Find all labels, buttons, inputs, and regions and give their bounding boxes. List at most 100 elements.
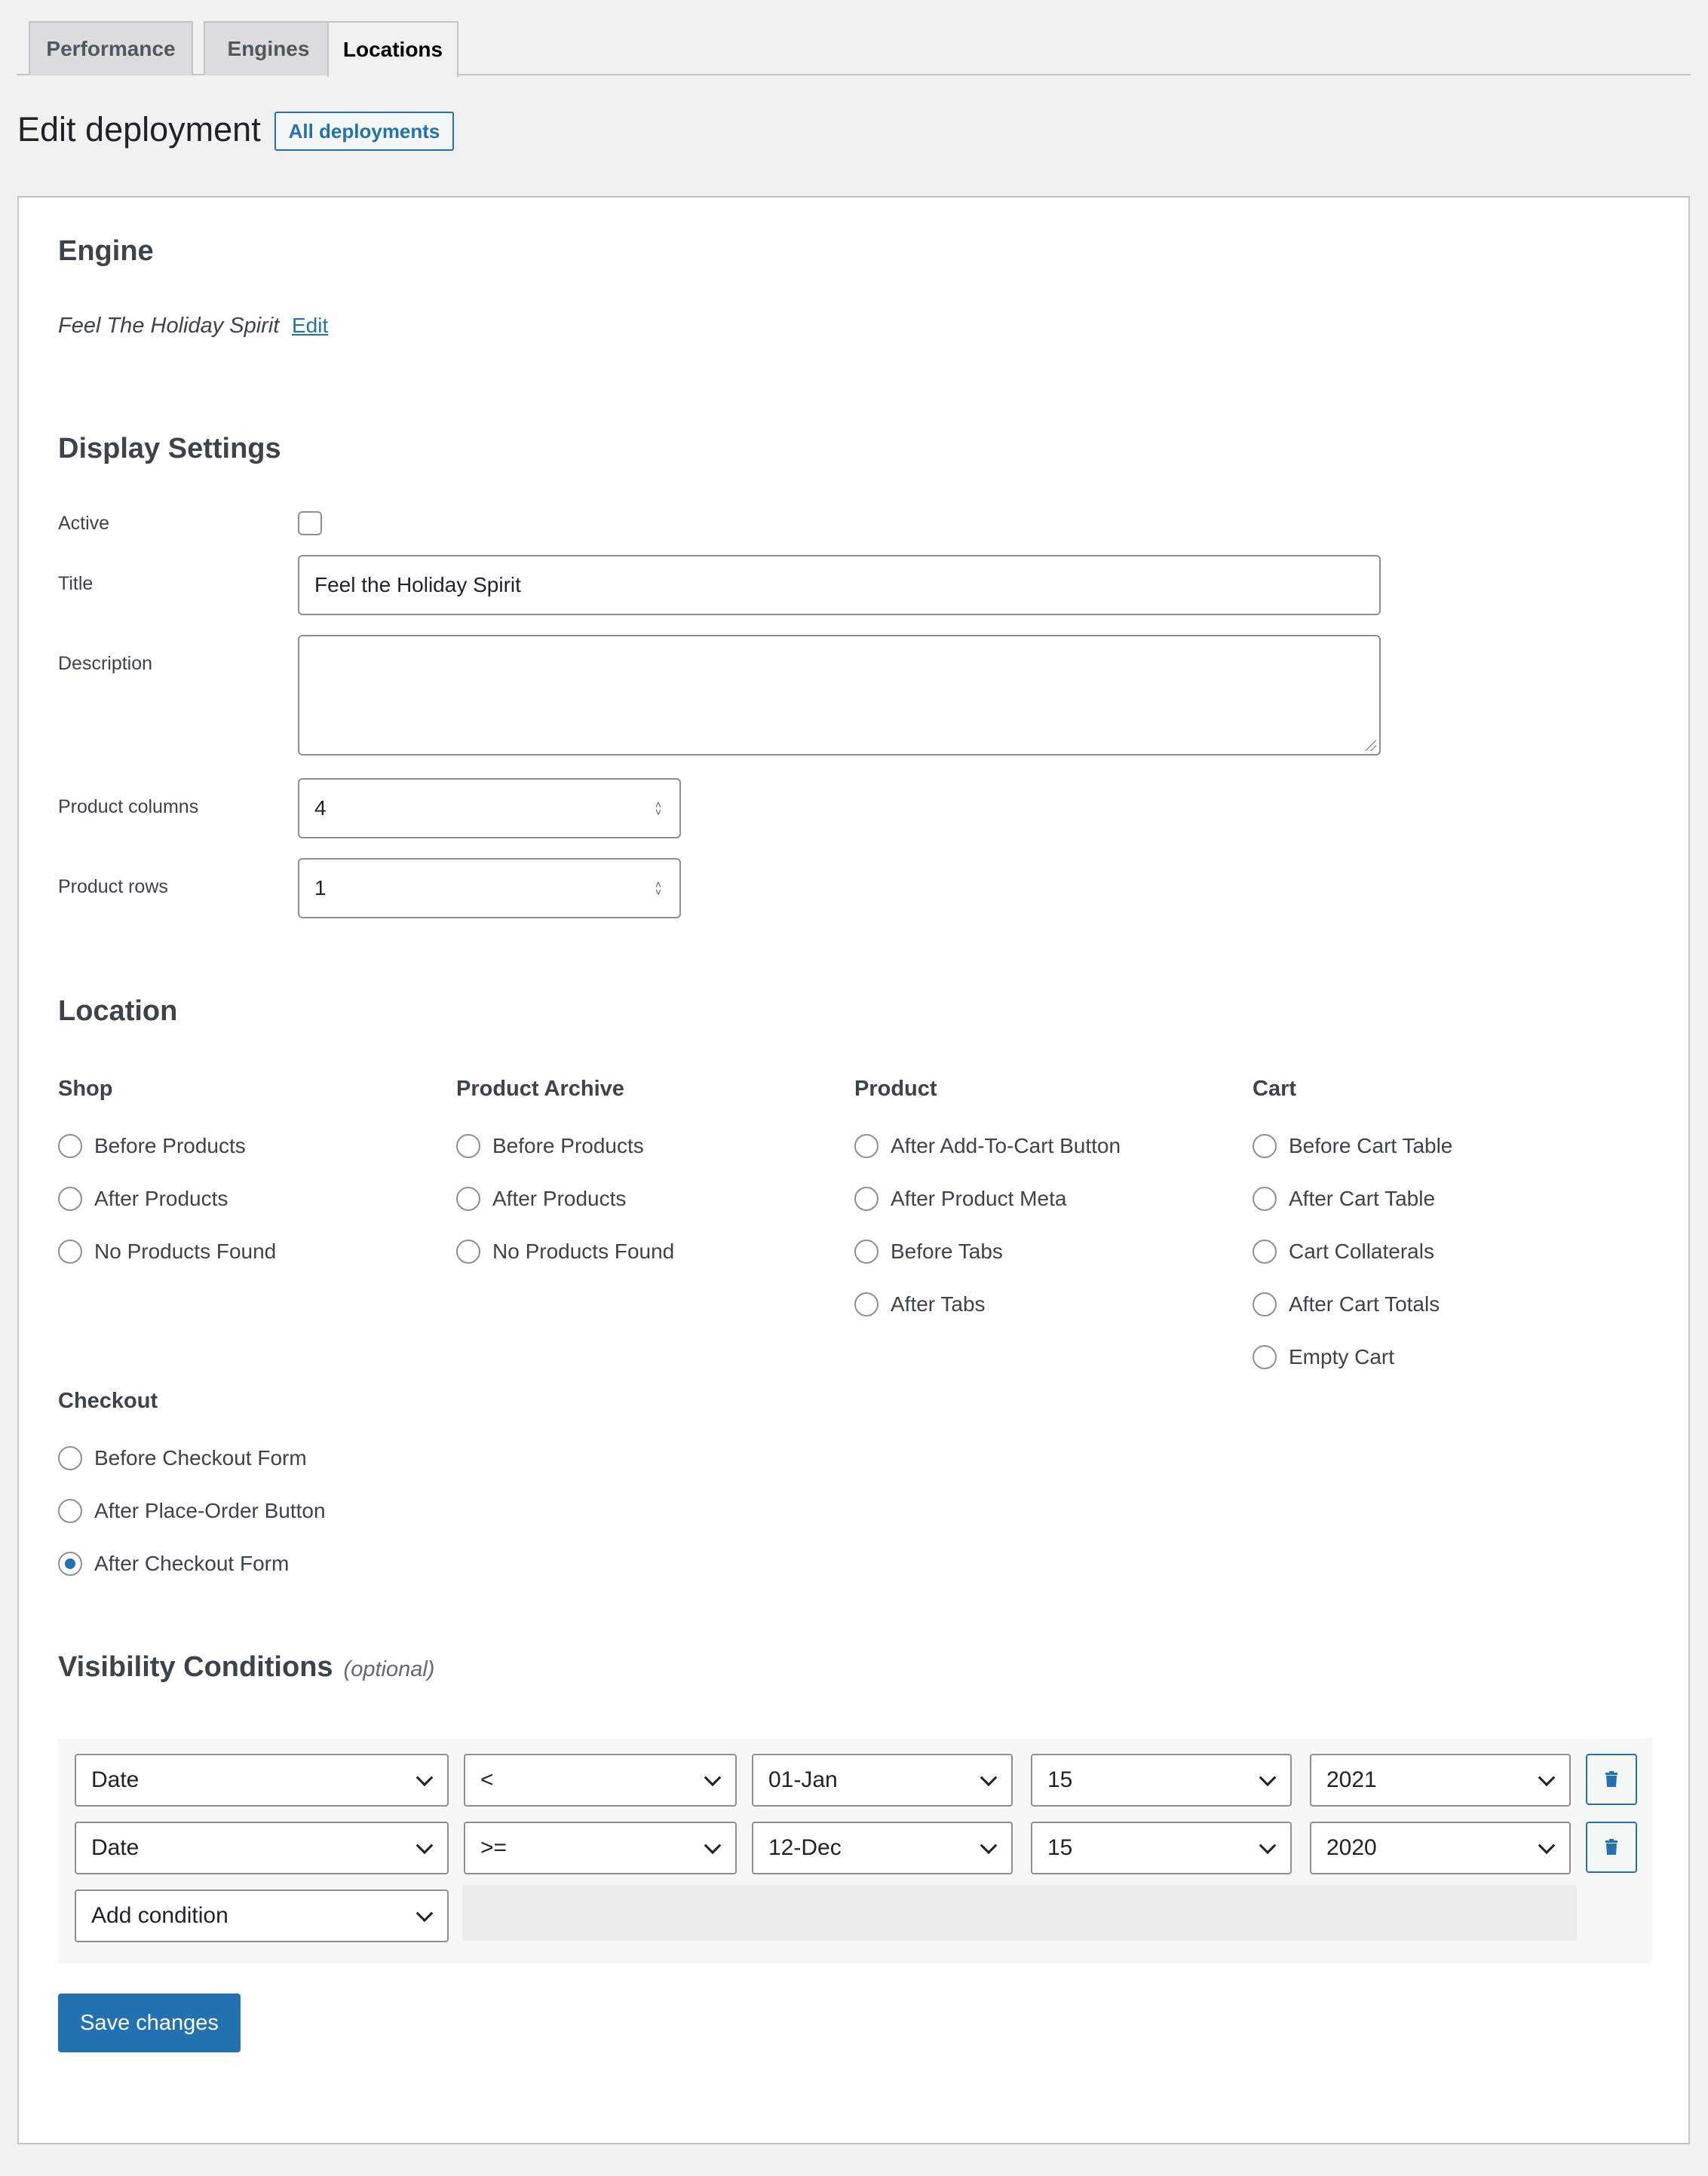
all-deployments-button[interactable]: All deployments — [274, 112, 454, 151]
add-condition-select[interactable]: Add condition — [75, 1889, 449, 1942]
trash-icon — [1605, 1771, 1618, 1787]
radio-cart-after-cart-table[interactable]: After Cart Table — [1253, 1185, 1435, 1212]
tab-engines[interactable]: Engines — [204, 21, 333, 75]
page-title: Edit deployment — [17, 110, 261, 149]
product-group-title: Product — [854, 1077, 937, 1101]
radio-label: No Products Found — [492, 1240, 675, 1263]
radio-product-after-tabs[interactable]: After Tabs — [854, 1291, 986, 1318]
product-rows-input[interactable]: 1 ˄ ˅ — [298, 858, 681, 918]
chevron-down-icon — [704, 1769, 722, 1787]
delete-condition-button[interactable] — [1586, 1754, 1637, 1805]
condition-operator-select[interactable]: >= — [464, 1822, 737, 1874]
condition-date-select[interactable]: 12-Dec — [752, 1822, 1013, 1874]
radio-checkout-after-place-order[interactable]: After Place-Order Button — [58, 1497, 326, 1525]
stepper-icon[interactable]: ˄ ˅ — [655, 799, 661, 817]
radio-cart-empty-cart[interactable]: Empty Cart — [1253, 1344, 1394, 1371]
condition-year-select[interactable]: 2021 — [1310, 1754, 1571, 1807]
condition-type-select[interactable]: Date — [75, 1754, 449, 1807]
radio-button[interactable] — [854, 1292, 879, 1316]
radio-button[interactable] — [1253, 1240, 1277, 1264]
stepper-icon[interactable]: ˄ ˅ — [655, 879, 661, 897]
radio-button[interactable] — [854, 1187, 879, 1211]
radio-label: After Place-Order Button — [94, 1499, 326, 1522]
select-value: 01-Jan — [768, 1767, 838, 1792]
radio-label: After Add-To-Cart Button — [891, 1134, 1121, 1157]
select-value: >= — [480, 1835, 507, 1860]
resize-handle-icon[interactable] — [1366, 740, 1376, 751]
radio-button[interactable] — [1253, 1345, 1277, 1369]
radio-button[interactable] — [854, 1240, 879, 1264]
radio-button[interactable] — [1253, 1187, 1277, 1211]
trash-icon — [1605, 1839, 1618, 1855]
title-field[interactable]: Feel the Holiday Spirit — [298, 555, 1381, 615]
radio-button[interactable] — [456, 1187, 480, 1211]
chevron-down-icon — [416, 1905, 434, 1923]
radio-label: After Product Meta — [891, 1187, 1067, 1210]
condition-hour-select[interactable]: 15 — [1031, 1822, 1292, 1874]
title-label: Title — [58, 573, 94, 594]
select-value: 2021 — [1326, 1767, 1377, 1792]
condition-type-select[interactable]: Date — [75, 1822, 449, 1874]
radio-button[interactable] — [58, 1134, 82, 1158]
radio-product-after-product-meta[interactable]: After Product Meta — [854, 1185, 1066, 1212]
product-columns-value: 4 — [314, 796, 327, 820]
condition-date-select[interactable]: 01-Jan — [752, 1754, 1013, 1807]
radio-button[interactable] — [456, 1134, 480, 1158]
chevron-down-icon — [1259, 1837, 1277, 1855]
radio-button[interactable] — [1253, 1134, 1277, 1158]
radio-button-selected[interactable] — [58, 1552, 82, 1576]
select-value: 15 — [1047, 1767, 1073, 1792]
checkout-group-title: Checkout — [58, 1389, 158, 1413]
description-textarea[interactable] — [298, 635, 1381, 755]
radio-shop-before-products[interactable]: Before Products — [58, 1132, 246, 1160]
product-columns-input[interactable]: 4 ˄ ˅ — [298, 778, 681, 838]
radio-cart-collaterals[interactable]: Cart Collaterals — [1253, 1238, 1434, 1265]
radio-button[interactable] — [58, 1446, 82, 1470]
radio-cart-before-cart-table[interactable]: Before Cart Table — [1253, 1132, 1452, 1160]
radio-button[interactable] — [58, 1187, 82, 1211]
visibility-heading-text: Visibility Conditions — [58, 1651, 333, 1683]
tab-performance[interactable]: Performance — [29, 21, 193, 75]
radio-archive-no-products-found[interactable]: No Products Found — [456, 1238, 674, 1265]
radio-checkout-after-form[interactable]: After Checkout Form — [58, 1550, 289, 1577]
chevron-down-icon — [1538, 1837, 1556, 1855]
radio-label: No Products Found — [94, 1240, 277, 1263]
active-label: Active — [58, 513, 110, 534]
condition-placeholder — [462, 1885, 1577, 1941]
chevron-down-icon — [1538, 1769, 1556, 1787]
display-settings-heading: Display Settings — [58, 433, 281, 464]
radio-shop-after-products[interactable]: After Products — [58, 1185, 228, 1212]
select-value: 12-Dec — [768, 1835, 842, 1860]
shop-group-title: Shop — [58, 1077, 113, 1101]
condition-hour-select[interactable]: 15 — [1031, 1754, 1292, 1807]
radio-button[interactable] — [1253, 1292, 1277, 1316]
cart-group-title: Cart — [1253, 1077, 1297, 1101]
radio-label: After Tabs — [891, 1292, 986, 1316]
radio-shop-no-products-found[interactable]: No Products Found — [58, 1238, 276, 1265]
save-changes-button[interactable]: Save changes — [58, 1994, 241, 2052]
radio-button[interactable] — [854, 1134, 879, 1158]
chevron-down-icon — [416, 1769, 434, 1787]
radio-label: After Products — [492, 1187, 627, 1210]
condition-year-select[interactable]: 2020 — [1310, 1822, 1571, 1874]
engine-name: Feel The Holiday Spirit — [58, 314, 280, 338]
select-value: Add condition — [91, 1903, 228, 1928]
condition-operator-select[interactable]: < — [464, 1754, 737, 1807]
radio-label: After Cart Table — [1289, 1187, 1436, 1210]
radio-archive-before-products[interactable]: Before Products — [456, 1132, 644, 1160]
engine-heading: Engine — [58, 235, 154, 267]
radio-archive-after-products[interactable]: After Products — [456, 1185, 626, 1212]
radio-button[interactable] — [58, 1240, 82, 1264]
radio-product-before-tabs[interactable]: Before Tabs — [854, 1238, 1003, 1265]
radio-button[interactable] — [456, 1240, 480, 1264]
engine-edit-link[interactable]: Edit — [292, 314, 328, 338]
radio-checkout-before-form[interactable]: Before Checkout Form — [58, 1445, 307, 1472]
tab-locations[interactable]: Locations — [327, 21, 458, 77]
radio-product-after-add-to-cart[interactable]: After Add-To-Cart Button — [854, 1132, 1121, 1160]
radio-button[interactable] — [58, 1499, 82, 1523]
radio-cart-after-cart-totals[interactable]: After Cart Totals — [1253, 1291, 1440, 1318]
chevron-down-icon — [416, 1837, 434, 1855]
active-checkbox[interactable] — [298, 511, 322, 535]
radio-label: Before Products — [94, 1134, 246, 1157]
delete-condition-button[interactable] — [1586, 1822, 1637, 1873]
